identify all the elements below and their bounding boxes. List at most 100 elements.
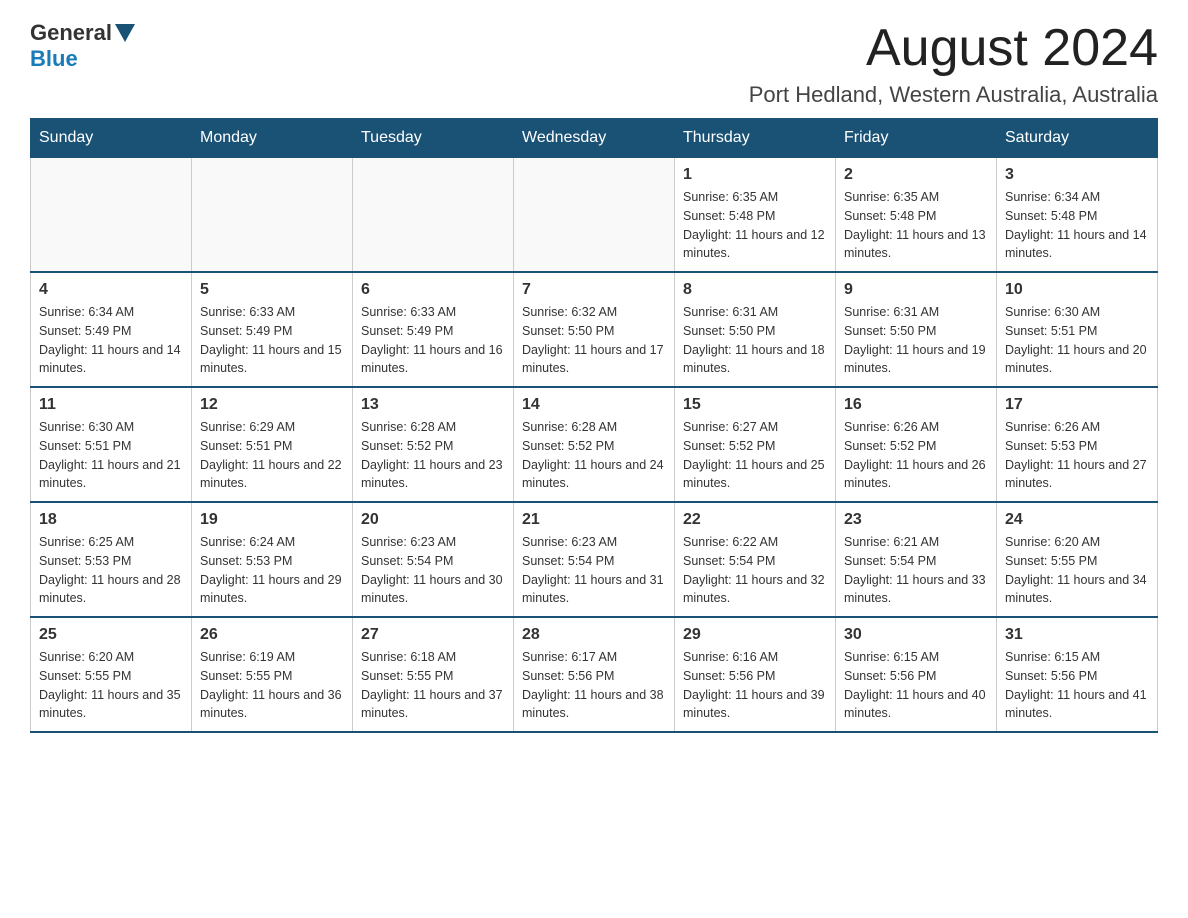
day-number: 4 bbox=[39, 281, 183, 299]
calendar-cell bbox=[192, 158, 353, 273]
day-info: Sunrise: 6:22 AMSunset: 5:54 PMDaylight:… bbox=[683, 533, 827, 608]
calendar-week-row-4: 18Sunrise: 6:25 AMSunset: 5:53 PMDayligh… bbox=[31, 502, 1158, 617]
calendar-week-row-5: 25 Sunrise: 6:20 AMSunset: 5:55 PMDayligh… bbox=[31, 617, 1158, 732]
calendar-week-row-2: 4Sunrise: 6:34 AMSunset: 5:49 PMDaylight… bbox=[31, 272, 1158, 387]
day-info: Sunrise: 6:20 AMSunset: 5:55 PMDaylight:… bbox=[1005, 533, 1149, 608]
day-number: 22 bbox=[683, 511, 827, 529]
day-number: 1 bbox=[683, 166, 827, 184]
calendar-cell: 14Sunrise: 6:28 AMSunset: 5:52 PMDayligh… bbox=[514, 387, 675, 502]
calendar-week-row-1: 1 Sunrise: 6:35 AMSunset: 5:48 PMDaylight… bbox=[31, 158, 1158, 273]
day-number: 5 bbox=[200, 281, 344, 299]
logo-triangle-icon bbox=[115, 24, 135, 42]
day-number: 19 bbox=[200, 511, 344, 529]
day-number: 20 bbox=[361, 511, 505, 529]
day-number: 10 bbox=[1005, 281, 1149, 299]
day-info: Sunrise: 6:19 AMSunset: 5:55 PMDaylight:… bbox=[200, 648, 344, 723]
day-info: Sunrise: 6:32 AMSunset: 5:50 PMDaylight:… bbox=[522, 303, 666, 378]
calendar-cell: 2Sunrise: 6:35 AMSunset: 5:48 PMDaylight… bbox=[836, 158, 997, 273]
day-info: Sunrise: 6:30 AMSunset: 5:51 PMDaylight:… bbox=[39, 418, 183, 493]
day-info: Sunrise: 6:34 AMSunset: 5:48 PMDaylight:… bbox=[1005, 188, 1149, 263]
title-section: August 2024 Port Hedland, Western Austra… bbox=[749, 20, 1158, 108]
calendar-cell: 22 Sunrise: 6:22 AMSunset: 5:54 PMDayligh… bbox=[675, 502, 836, 617]
day-number: 25 bbox=[39, 626, 183, 644]
calendar-header-monday: Monday bbox=[192, 119, 353, 158]
calendar-cell: 1Sunrise: 6:35 AMSunset: 5:48 PMDaylight… bbox=[675, 158, 836, 273]
day-info: Sunrise: 6:29 AMSunset: 5:51 PMDaylight:… bbox=[200, 418, 344, 493]
calendar-header-wednesday: Wednesday bbox=[514, 119, 675, 158]
calendar-cell: 3 Sunrise: 6:34 AMSunset: 5:48 PMDaylight… bbox=[997, 158, 1158, 273]
day-number: 7 bbox=[522, 281, 666, 299]
day-info: Sunrise: 6:26 AMSunset: 5:53 PMDaylight:… bbox=[1005, 418, 1149, 493]
day-number: 30 bbox=[844, 626, 988, 644]
day-info: Sunrise: 6:18 AMSunset: 5:55 PMDaylight:… bbox=[361, 648, 505, 723]
day-number: 21 bbox=[522, 511, 666, 529]
day-number: 9 bbox=[844, 281, 988, 299]
day-info: Sunrise: 6:16 AMSunset: 5:56 PMDaylight:… bbox=[683, 648, 827, 723]
calendar-cell: 20 Sunrise: 6:23 AMSunset: 5:54 PMDayligh… bbox=[353, 502, 514, 617]
calendar-cell: 17Sunrise: 6:26 AMSunset: 5:53 PMDayligh… bbox=[997, 387, 1158, 502]
calendar-header-saturday: Saturday bbox=[997, 119, 1158, 158]
day-number: 11 bbox=[39, 396, 183, 414]
day-number: 27 bbox=[361, 626, 505, 644]
day-info: Sunrise: 6:31 AMSunset: 5:50 PMDaylight:… bbox=[844, 303, 988, 378]
calendar-header-friday: Friday bbox=[836, 119, 997, 158]
calendar-cell: 28Sunrise: 6:17 AMSunset: 5:56 PMDayligh… bbox=[514, 617, 675, 732]
calendar-cell: 8Sunrise: 6:31 AMSunset: 5:50 PMDaylight… bbox=[675, 272, 836, 387]
calendar-cell: 10 Sunrise: 6:30 AMSunset: 5:51 PMDayligh… bbox=[997, 272, 1158, 387]
calendar-cell: 24 Sunrise: 6:20 AMSunset: 5:55 PMDayligh… bbox=[997, 502, 1158, 617]
day-info: Sunrise: 6:15 AMSunset: 5:56 PMDaylight:… bbox=[1005, 648, 1149, 723]
day-number: 15 bbox=[683, 396, 827, 414]
calendar-cell: 23Sunrise: 6:21 AMSunset: 5:54 PMDayligh… bbox=[836, 502, 997, 617]
calendar-cell: 5Sunrise: 6:33 AMSunset: 5:49 PMDaylight… bbox=[192, 272, 353, 387]
day-info: Sunrise: 6:21 AMSunset: 5:54 PMDaylight:… bbox=[844, 533, 988, 608]
day-info: Sunrise: 6:28 AMSunset: 5:52 PMDaylight:… bbox=[361, 418, 505, 493]
calendar-cell: 27 Sunrise: 6:18 AMSunset: 5:55 PMDayligh… bbox=[353, 617, 514, 732]
calendar-cell: 15 Sunrise: 6:27 AMSunset: 5:52 PMDayligh… bbox=[675, 387, 836, 502]
calendar-cell: 29 Sunrise: 6:16 AMSunset: 5:56 PMDayligh… bbox=[675, 617, 836, 732]
day-number: 13 bbox=[361, 396, 505, 414]
day-info: Sunrise: 6:33 AMSunset: 5:49 PMDaylight:… bbox=[361, 303, 505, 378]
day-info: Sunrise: 6:23 AMSunset: 5:54 PMDaylight:… bbox=[361, 533, 505, 608]
logo-general-text: General bbox=[30, 20, 112, 46]
day-info: Sunrise: 6:20 AMSunset: 5:55 PMDaylight:… bbox=[39, 648, 183, 723]
calendar-cell: 4Sunrise: 6:34 AMSunset: 5:49 PMDaylight… bbox=[31, 272, 192, 387]
logo-blue-text: Blue bbox=[30, 46, 78, 71]
day-number: 12 bbox=[200, 396, 344, 414]
calendar-cell bbox=[514, 158, 675, 273]
day-number: 24 bbox=[1005, 511, 1149, 529]
calendar-cell: 16 Sunrise: 6:26 AMSunset: 5:52 PMDayligh… bbox=[836, 387, 997, 502]
calendar-cell: 25 Sunrise: 6:20 AMSunset: 5:55 PMDayligh… bbox=[31, 617, 192, 732]
day-number: 29 bbox=[683, 626, 827, 644]
month-title: August 2024 bbox=[749, 20, 1158, 77]
location-title: Port Hedland, Western Australia, Austral… bbox=[749, 82, 1158, 108]
day-info: Sunrise: 6:30 AMSunset: 5:51 PMDaylight:… bbox=[1005, 303, 1149, 378]
calendar-cell bbox=[353, 158, 514, 273]
calendar-header-sunday: Sunday bbox=[31, 119, 192, 158]
day-info: Sunrise: 6:31 AMSunset: 5:50 PMDaylight:… bbox=[683, 303, 827, 378]
calendar-cell: 18Sunrise: 6:25 AMSunset: 5:53 PMDayligh… bbox=[31, 502, 192, 617]
calendar-cell: 7 Sunrise: 6:32 AMSunset: 5:50 PMDaylight… bbox=[514, 272, 675, 387]
day-info: Sunrise: 6:23 AMSunset: 5:54 PMDaylight:… bbox=[522, 533, 666, 608]
calendar-cell bbox=[31, 158, 192, 273]
day-number: 6 bbox=[361, 281, 505, 299]
day-number: 26 bbox=[200, 626, 344, 644]
day-info: Sunrise: 6:27 AMSunset: 5:52 PMDaylight:… bbox=[683, 418, 827, 493]
day-info: Sunrise: 6:15 AMSunset: 5:56 PMDaylight:… bbox=[844, 648, 988, 723]
calendar-header-tuesday: Tuesday bbox=[353, 119, 514, 158]
calendar-cell: 11 Sunrise: 6:30 AMSunset: 5:51 PMDayligh… bbox=[31, 387, 192, 502]
day-number: 31 bbox=[1005, 626, 1149, 644]
calendar-header-thursday: Thursday bbox=[675, 119, 836, 158]
calendar-cell: 26 Sunrise: 6:19 AMSunset: 5:55 PMDayligh… bbox=[192, 617, 353, 732]
calendar-cell: 6 Sunrise: 6:33 AMSunset: 5:49 PMDaylight… bbox=[353, 272, 514, 387]
day-number: 14 bbox=[522, 396, 666, 414]
page-header: General Blue August 2024 Port Hedland, W… bbox=[30, 20, 1158, 108]
day-number: 3 bbox=[1005, 166, 1149, 184]
day-info: Sunrise: 6:26 AMSunset: 5:52 PMDaylight:… bbox=[844, 418, 988, 493]
day-info: Sunrise: 6:17 AMSunset: 5:56 PMDaylight:… bbox=[522, 648, 666, 723]
day-info: Sunrise: 6:35 AMSunset: 5:48 PMDaylight:… bbox=[844, 188, 988, 263]
calendar-cell: 19Sunrise: 6:24 AMSunset: 5:53 PMDayligh… bbox=[192, 502, 353, 617]
calendar-cell: 9 Sunrise: 6:31 AMSunset: 5:50 PMDaylight… bbox=[836, 272, 997, 387]
calendar-cell: 12 Sunrise: 6:29 AMSunset: 5:51 PMDayligh… bbox=[192, 387, 353, 502]
day-number: 16 bbox=[844, 396, 988, 414]
day-info: Sunrise: 6:25 AMSunset: 5:53 PMDaylight:… bbox=[39, 533, 183, 608]
